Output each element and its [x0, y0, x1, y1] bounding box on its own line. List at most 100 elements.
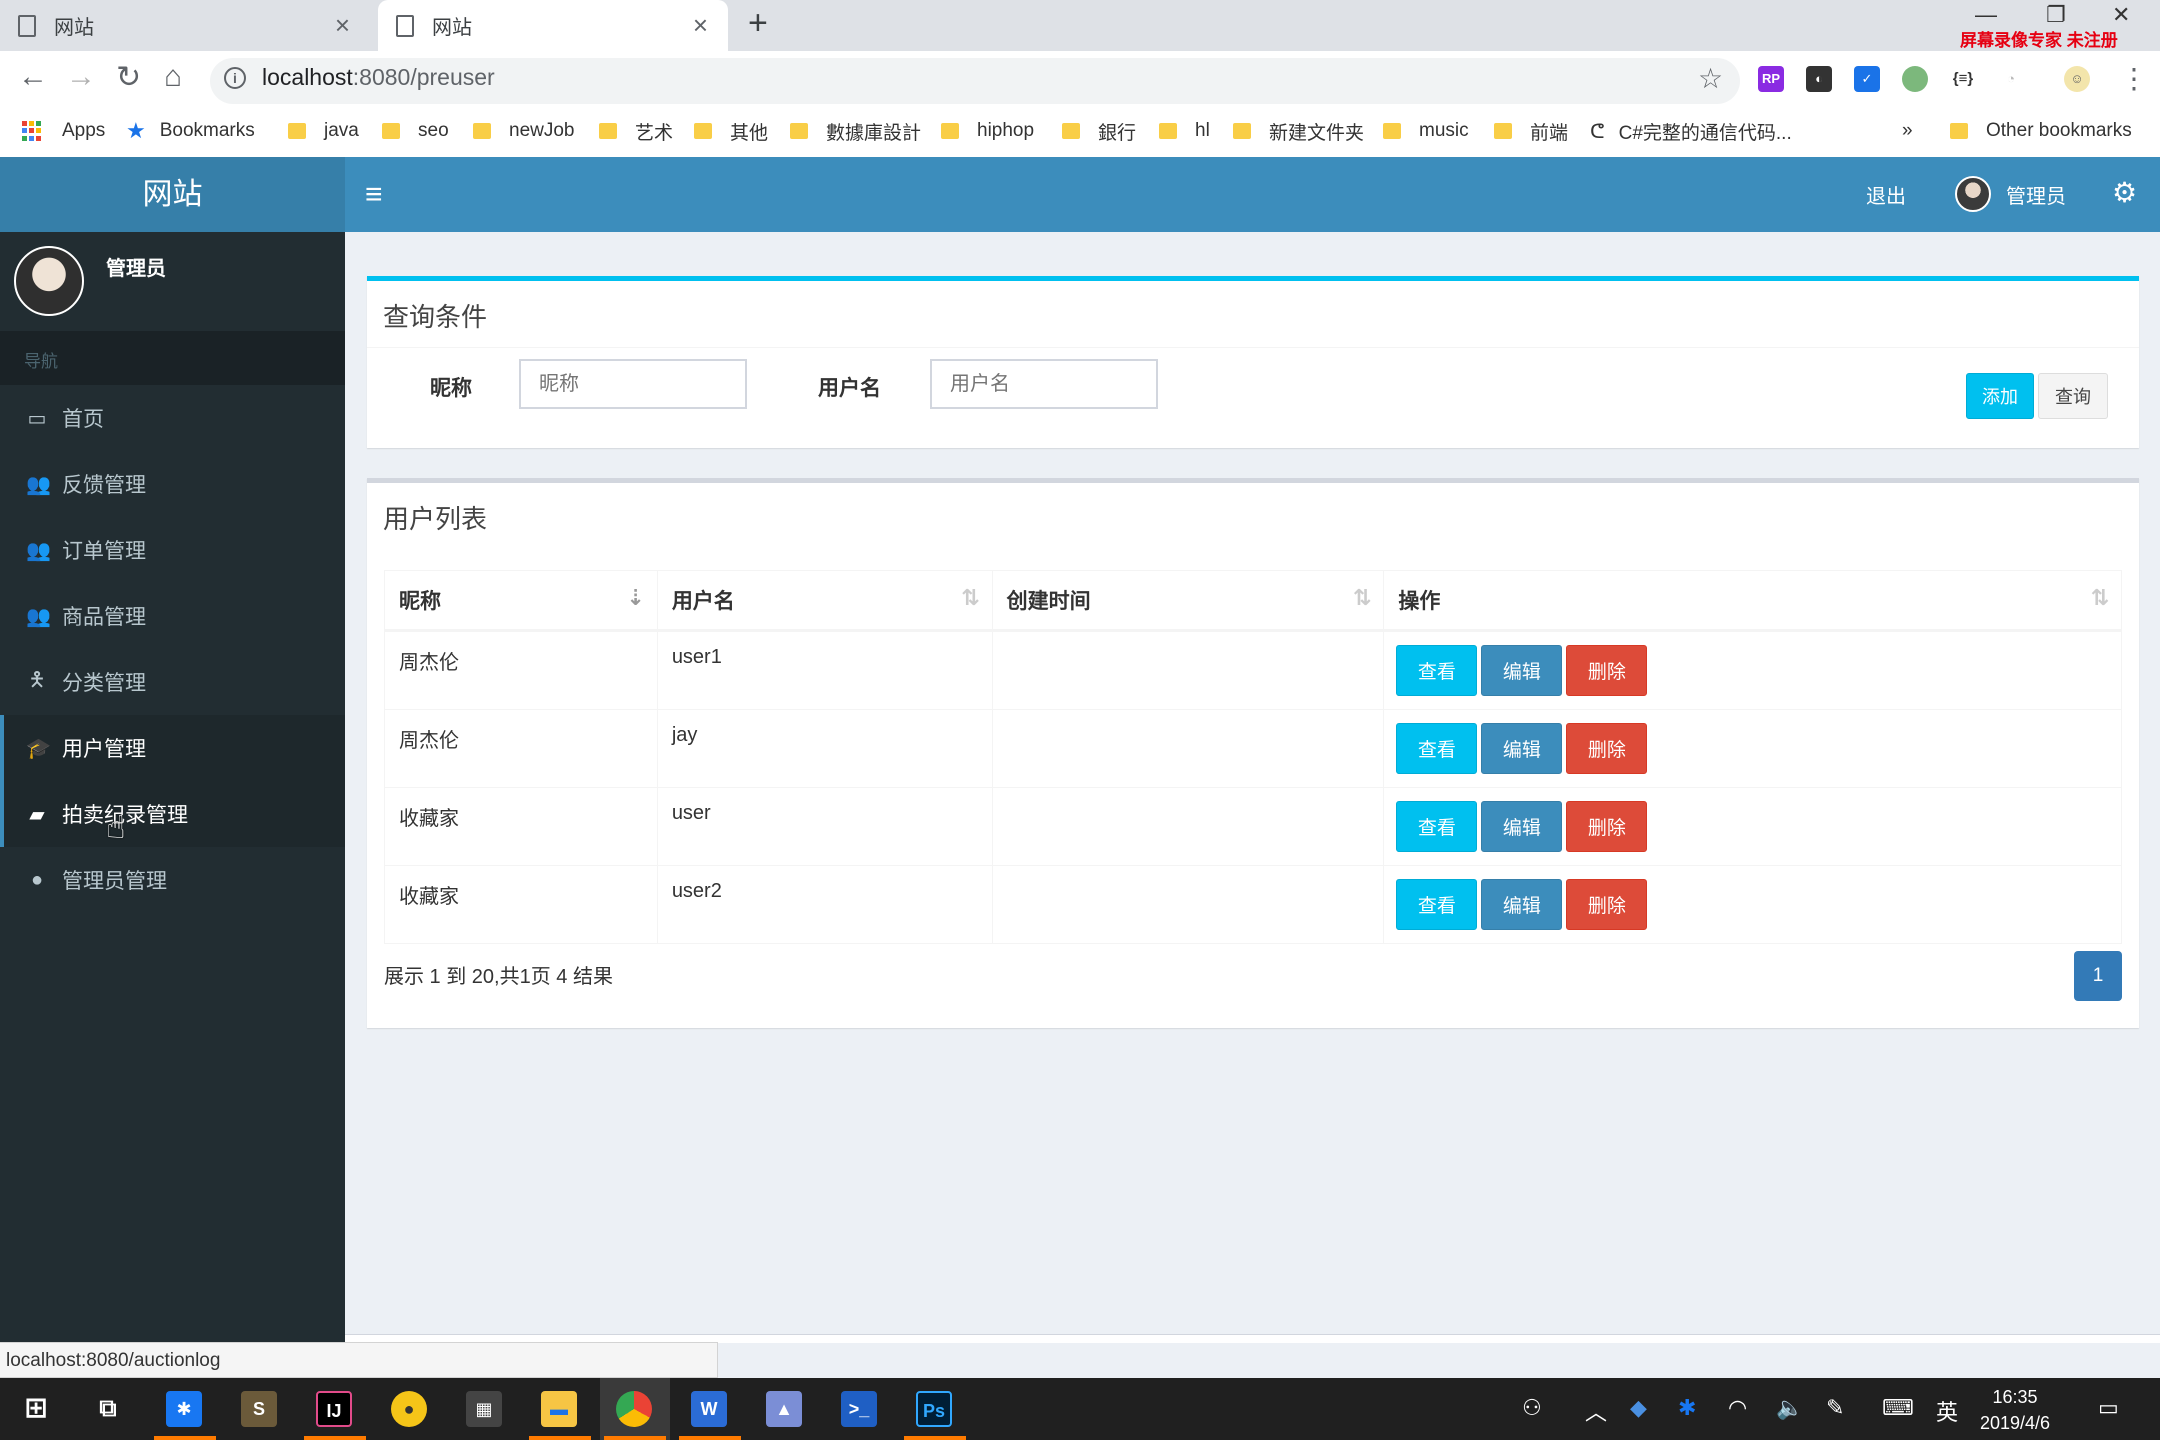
info-icon[interactable]: i	[224, 67, 246, 89]
reload-icon[interactable]: ↻	[116, 60, 141, 95]
bookmarks-overflow[interactable]: »	[1902, 116, 1913, 146]
bookmark-folder[interactable]: seo	[382, 116, 449, 146]
nav-user-name[interactable]: 管理员	[2006, 180, 2066, 209]
sidebar-item-orders[interactable]: 👥 订单管理	[0, 517, 345, 583]
bookmark-folder[interactable]: music	[1383, 116, 1469, 146]
pagination-page[interactable]: 1	[2074, 951, 2122, 1001]
sidebar-item-products[interactable]: 👥 商品管理	[0, 583, 345, 649]
delete-button[interactable]: 删除	[1566, 879, 1648, 930]
browser-tab-active[interactable]: 网站 ×	[378, 0, 728, 51]
sidebar-item-home[interactable]: ▭ 首页	[0, 385, 345, 451]
star-app-icon[interactable]: ✱	[166, 1391, 202, 1427]
volume-icon[interactable]: 🔈	[1776, 1395, 1803, 1421]
back-arrow-icon[interactable]: ←	[18, 60, 48, 94]
file-explorer-icon[interactable]: ▬	[541, 1391, 577, 1427]
bookmark-folder[interactable]: 數據庫設計	[790, 116, 921, 146]
media-app-icon[interactable]: ▦	[466, 1391, 502, 1427]
word-app-icon[interactable]: W	[691, 1391, 727, 1427]
edit-button[interactable]: 编辑	[1481, 801, 1563, 852]
bookmark-star-icon[interactable]: ☆	[1698, 62, 1723, 95]
windows-start-icon[interactable]: ⊞	[18, 1391, 54, 1427]
cloud-app-icon[interactable]: ●	[391, 1391, 427, 1427]
bookmark-other[interactable]: Other bookmarks	[1950, 116, 2132, 146]
sidebar-toggle-icon[interactable]: ≡	[365, 178, 383, 212]
bookmark-folder[interactable]: hiphop	[941, 116, 1034, 146]
edit-button[interactable]: 编辑	[1481, 879, 1563, 930]
home-icon[interactable]: ⌂	[164, 60, 182, 94]
nickname-input[interactable]	[519, 359, 747, 409]
app-logo[interactable]: 网站	[0, 157, 345, 232]
sidebar-item-categories[interactable]: 🯅 分类管理	[0, 649, 345, 715]
forward-arrow-icon[interactable]: →	[66, 60, 96, 94]
pen-icon[interactable]: ✎	[1826, 1395, 1844, 1421]
bookmark-link[interactable]: ᕦ C#完整的通信代码...	[1590, 116, 1792, 146]
photoshop-icon[interactable]: Ps	[916, 1391, 952, 1427]
ime-indicator[interactable]: 英	[1936, 1395, 1958, 1427]
sidebar-item-admins[interactable]: ● 管理员管理	[0, 847, 345, 913]
column-header-actions[interactable]: 操作 ⇅	[1383, 570, 2122, 632]
browser-tab[interactable]: 网站 ×	[0, 0, 370, 51]
browser-menu-icon[interactable]: ⋮	[2120, 62, 2148, 95]
sidebar-item-feedback[interactable]: 👥 反馈管理	[0, 451, 345, 517]
edit-button[interactable]: 编辑	[1481, 645, 1563, 696]
tray-expand-icon[interactable]: ︿	[1585, 1395, 1607, 1427]
tray-app-icon[interactable]: ✱	[1678, 1395, 1696, 1421]
close-window-icon[interactable]: ✕	[2112, 2, 2130, 28]
add-button[interactable]: 添加	[1966, 373, 2034, 419]
avatar[interactable]	[1955, 176, 1991, 212]
bookmark-folder[interactable]: 新建文件夹	[1233, 116, 1364, 146]
column-header-nickname[interactable]: 昵称 ⇣	[384, 570, 658, 632]
username-label: 用户名	[818, 377, 881, 400]
intellij-icon[interactable]: IJ	[316, 1391, 352, 1427]
minimize-icon[interactable]: —	[1975, 2, 1997, 28]
bookmark-apps[interactable]: Apps	[22, 116, 105, 146]
wifi-icon[interactable]: ◠	[1728, 1395, 1747, 1421]
bookmark-folder[interactable]: 其他	[694, 116, 768, 146]
tray-app-icon[interactable]: ◆	[1630, 1395, 1647, 1421]
image-app-icon[interactable]: ▲	[766, 1391, 802, 1427]
sync-extension-icon[interactable]: ◔	[1998, 66, 2024, 92]
clock[interactable]: 16:35 2019/4/6	[1970, 1384, 2060, 1436]
search-button[interactable]: 查询	[2038, 373, 2108, 419]
keyboard-icon[interactable]: ⌨	[1882, 1395, 1914, 1421]
username-input[interactable]	[930, 359, 1158, 409]
bookmark-folder[interactable]: hl	[1159, 116, 1210, 146]
sublime-icon[interactable]: S	[241, 1391, 277, 1427]
bookmark-folder[interactable]: 艺术	[599, 116, 673, 146]
gears-icon[interactable]: ⚙	[2112, 176, 2137, 209]
bookmark-folder[interactable]: newJob	[473, 116, 575, 146]
sidebar-item-auction-log[interactable]: ▰ 拍卖纪录管理	[0, 781, 345, 847]
delete-button[interactable]: 删除	[1566, 723, 1648, 774]
view-button[interactable]: 查看	[1396, 645, 1478, 696]
chrome-icon[interactable]	[616, 1391, 652, 1427]
sidebar-item-users[interactable]: 🎓 用户管理	[0, 715, 345, 781]
new-tab-button[interactable]: +	[748, 4, 768, 43]
column-header-username[interactable]: 用户名 ⇅	[656, 570, 993, 632]
delete-button[interactable]: 删除	[1566, 645, 1648, 696]
bookmark-folder[interactable]: java	[288, 116, 359, 146]
bookmark-folder[interactable]: 前端	[1494, 116, 1568, 146]
json-extension-icon[interactable]: {≡}	[1950, 66, 1976, 92]
address-url[interactable]: localhost:8080/preuser	[262, 64, 495, 91]
close-tab-icon[interactable]: ×	[693, 10, 708, 41]
profile-icon[interactable]: ☺	[2064, 66, 2090, 92]
people-icon[interactable]: ⚇	[1522, 1395, 1542, 1421]
restore-icon[interactable]: ❐	[2046, 2, 2066, 28]
bookmark-bookmarks[interactable]: ★ Bookmarks	[126, 116, 255, 146]
incognito-extension-icon[interactable]: ◐	[1806, 66, 1832, 92]
task-view-icon[interactable]: ⧉	[90, 1391, 126, 1427]
circle-extension-icon[interactable]	[1902, 66, 1928, 92]
rp-extension-icon[interactable]: RP	[1758, 66, 1784, 92]
view-button[interactable]: 查看	[1396, 879, 1478, 930]
edit-button[interactable]: 编辑	[1481, 723, 1563, 774]
save-extension-icon[interactable]: ✓	[1854, 66, 1880, 92]
notification-icon[interactable]: ▭	[2098, 1395, 2119, 1421]
close-tab-icon[interactable]: ×	[335, 10, 350, 41]
logout-link[interactable]: 退出	[1866, 180, 1906, 209]
view-button[interactable]: 查看	[1396, 801, 1478, 852]
bookmark-folder[interactable]: 銀行	[1062, 116, 1136, 146]
powershell-icon[interactable]: >_	[841, 1391, 877, 1427]
delete-button[interactable]: 删除	[1566, 801, 1648, 852]
column-header-created[interactable]: 创建时间 ⇅	[991, 570, 1385, 632]
view-button[interactable]: 查看	[1396, 723, 1478, 774]
